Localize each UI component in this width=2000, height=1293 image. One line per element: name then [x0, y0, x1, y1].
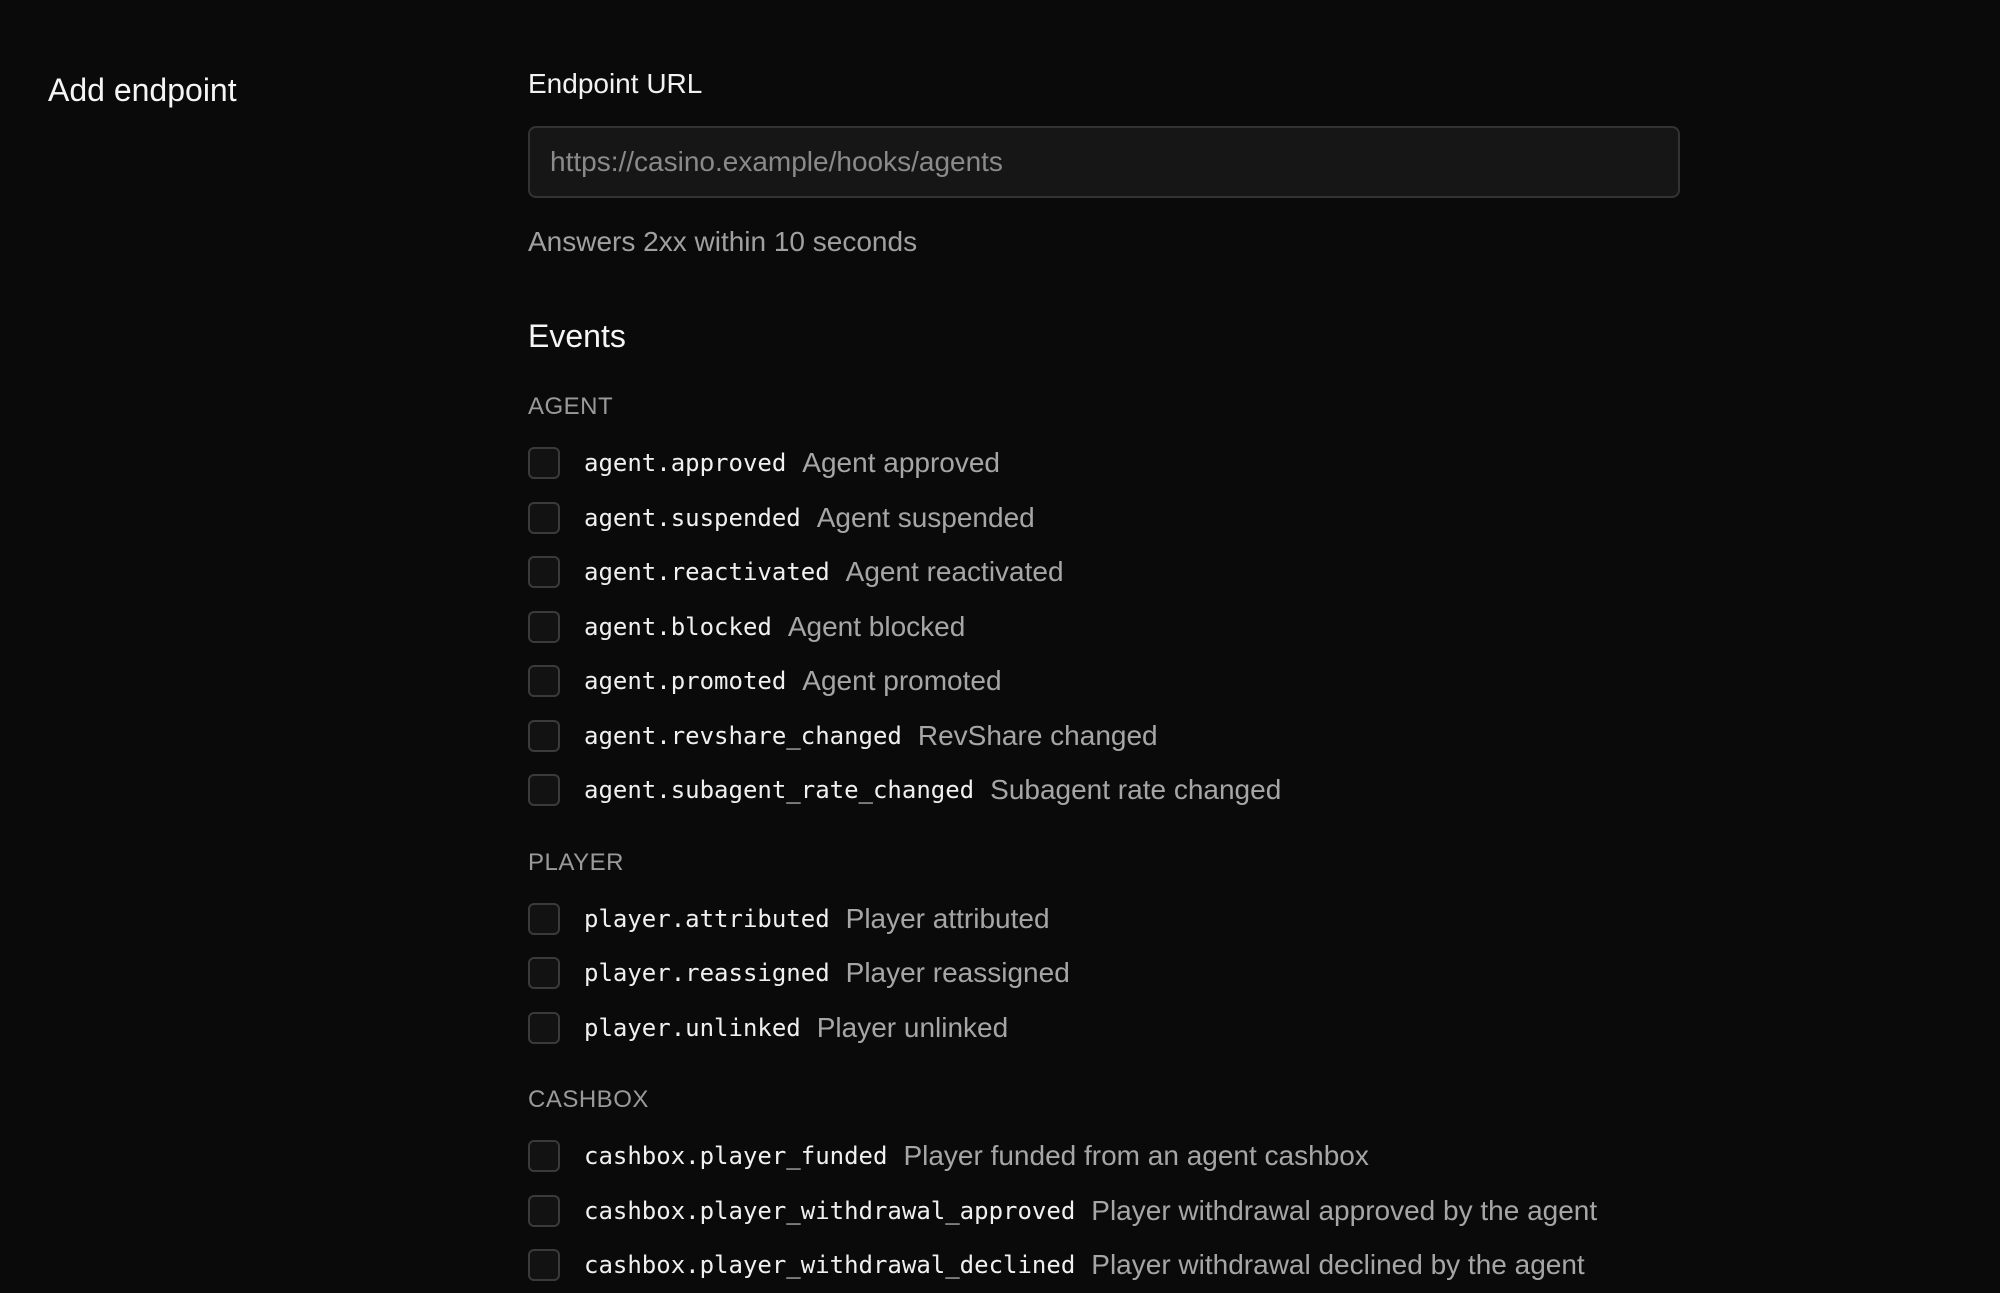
event-description: Agent reactivated	[845, 556, 1064, 588]
event-row-agent-approved[interactable]: agent.approved Agent approved	[528, 436, 1680, 491]
event-description: Player unlinked	[816, 1011, 1009, 1043]
event-checkbox[interactable]	[528, 957, 560, 990]
event-code: player.unlinked	[584, 1013, 801, 1042]
event-checkbox[interactable]	[528, 902, 560, 935]
event-code: agent.revshare_changed	[584, 721, 902, 750]
event-description: Player funded from an agent cashbox	[903, 1140, 1369, 1172]
event-code: player.attributed	[584, 904, 830, 933]
endpoint-url-label: Endpoint URL	[528, 68, 703, 99]
event-row-player-unlinked[interactable]: player.unlinked Player unlinked	[528, 1001, 1680, 1056]
event-row-agent-revshare-changed[interactable]: agent.revshare_changed RevShare changed	[528, 709, 1680, 764]
event-checkbox[interactable]	[528, 1194, 560, 1227]
event-code: cashbox.player_withdrawal_declined	[584, 1251, 1076, 1280]
event-description: Agent blocked	[787, 610, 966, 642]
event-group-title-agent: AGENT	[528, 393, 614, 420]
event-row-agent-suspended[interactable]: agent.suspended Agent suspended	[528, 491, 1680, 546]
event-code: agent.promoted	[584, 667, 787, 696]
event-description: Player attributed	[845, 902, 1050, 934]
event-description: Agent promoted	[802, 665, 1002, 697]
event-row-agent-subagent-rate-changed[interactable]: agent.subagent_rate_changed Subagent rat…	[528, 763, 1680, 818]
event-row-cashbox-player-withdrawal-declined[interactable]: cashbox.player_withdrawal_declined Playe…	[528, 1238, 1680, 1293]
event-row-cashbox-player-funded[interactable]: cashbox.player_funded Player funded from…	[528, 1129, 1680, 1184]
event-code: agent.subagent_rate_changed	[584, 776, 975, 805]
event-description: Player withdrawal declined by the agent	[1091, 1249, 1585, 1281]
events-title: Events	[528, 318, 626, 354]
event-checkbox[interactable]	[528, 1011, 560, 1044]
event-checkbox[interactable]	[528, 719, 560, 752]
event-row-agent-blocked[interactable]: agent.blocked Agent blocked	[528, 600, 1680, 655]
event-code: player.reassigned	[584, 959, 830, 988]
event-description: Player reassigned	[845, 957, 1070, 989]
event-description: Player withdrawal approved by the agent	[1091, 1194, 1598, 1226]
event-checkbox[interactable]	[528, 447, 560, 480]
endpoint-url-input[interactable]	[528, 126, 1680, 198]
event-description: Subagent rate changed	[990, 774, 1282, 806]
event-description: RevShare changed	[917, 719, 1158, 751]
event-group-title-cashbox: CASHBOX	[528, 1086, 649, 1113]
event-row-cashbox-player-withdrawal-approved[interactable]: cashbox.player_withdrawal_approved Playe…	[528, 1184, 1680, 1239]
event-description: Agent approved	[802, 447, 1001, 479]
event-row-player-reassigned[interactable]: player.reassigned Player reassigned	[528, 946, 1680, 1001]
event-row-agent-reactivated[interactable]: agent.reactivated Agent reactivated	[528, 545, 1680, 600]
event-code: agent.blocked	[584, 612, 772, 641]
event-checkbox[interactable]	[528, 501, 560, 534]
event-checkbox[interactable]	[528, 1249, 560, 1282]
event-description: Agent suspended	[816, 501, 1035, 533]
event-code: agent.suspended	[584, 503, 801, 532]
event-checkbox[interactable]	[528, 774, 560, 807]
event-code: cashbox.player_funded	[584, 1142, 888, 1171]
event-group-title-player: PLAYER	[528, 848, 624, 876]
event-checkbox[interactable]	[528, 610, 560, 643]
event-code: agent.reactivated	[584, 558, 830, 587]
endpoint-form: Endpoint URL Answers 2xx within 10 secon…	[528, 64, 1680, 1293]
event-row-agent-promoted[interactable]: agent.promoted Agent promoted	[528, 654, 1680, 709]
event-checkbox[interactable]	[528, 556, 560, 589]
endpoint-url-hint: Answers 2xx within 10 seconds	[528, 226, 918, 257]
event-code: agent.approved	[584, 449, 787, 478]
event-checkbox[interactable]	[528, 665, 560, 698]
event-row-player-attributed[interactable]: player.attributed Player attributed	[528, 892, 1680, 947]
section-title: Add endpoint	[48, 72, 237, 108]
event-code: cashbox.player_withdrawal_approved	[584, 1196, 1076, 1225]
event-checkbox[interactable]	[528, 1140, 560, 1173]
